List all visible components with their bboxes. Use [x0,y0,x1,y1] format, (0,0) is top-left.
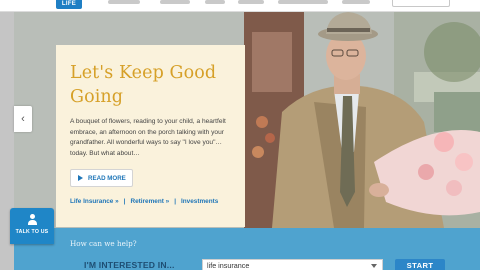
nav-item[interactable] [205,0,225,4]
link-separator: | [123,198,126,205]
play-icon [78,175,83,181]
nav-item[interactable] [278,0,328,4]
promo-title: Let's Keep Good Going [70,63,217,107]
link-life-insurance[interactable]: Life Insurance » [70,198,119,205]
chevron-down-icon [371,264,377,268]
help-question: How can we help? [70,239,137,248]
nav-item[interactable] [238,0,264,4]
promo-card: Let's Keep Good Going A bouquet of flowe… [56,45,245,227]
interest-select-value: life insurance [207,261,250,270]
promo-links: Life Insurance » | Retirement » | Invest… [70,198,218,205]
link-investments[interactable]: Investments [181,198,218,205]
search-input[interactable] [392,0,450,7]
carousel-prev-button[interactable]: ‹ [14,106,32,132]
nav-item[interactable] [108,0,140,4]
read-more-button[interactable]: READ MORE [70,169,133,187]
promo-body: A bouquet of flowers, reading to your ch… [70,118,226,157]
talk-to-us-button[interactable]: TALK TO US [10,208,54,244]
interested-label: I'M INTERESTED IN... [84,260,175,270]
start-button[interactable]: START [395,259,445,270]
interest-select[interactable]: life insurance [202,259,383,270]
brand-logo[interactable]: LIFE [56,0,82,9]
person-icon [27,214,37,226]
link-retirement[interactable]: Retirement » [130,198,169,205]
chevron-left-icon: ‹ [21,113,25,125]
nav-item[interactable] [342,0,370,4]
nav-item[interactable] [160,0,190,4]
help-bar: How can we help? I'M INTERESTED IN... li… [14,228,480,270]
talk-to-us-label: TALK TO US [15,229,49,235]
read-more-label: READ MORE [88,174,126,182]
top-navigation: LIFE [0,0,480,12]
link-separator: | [174,198,176,205]
